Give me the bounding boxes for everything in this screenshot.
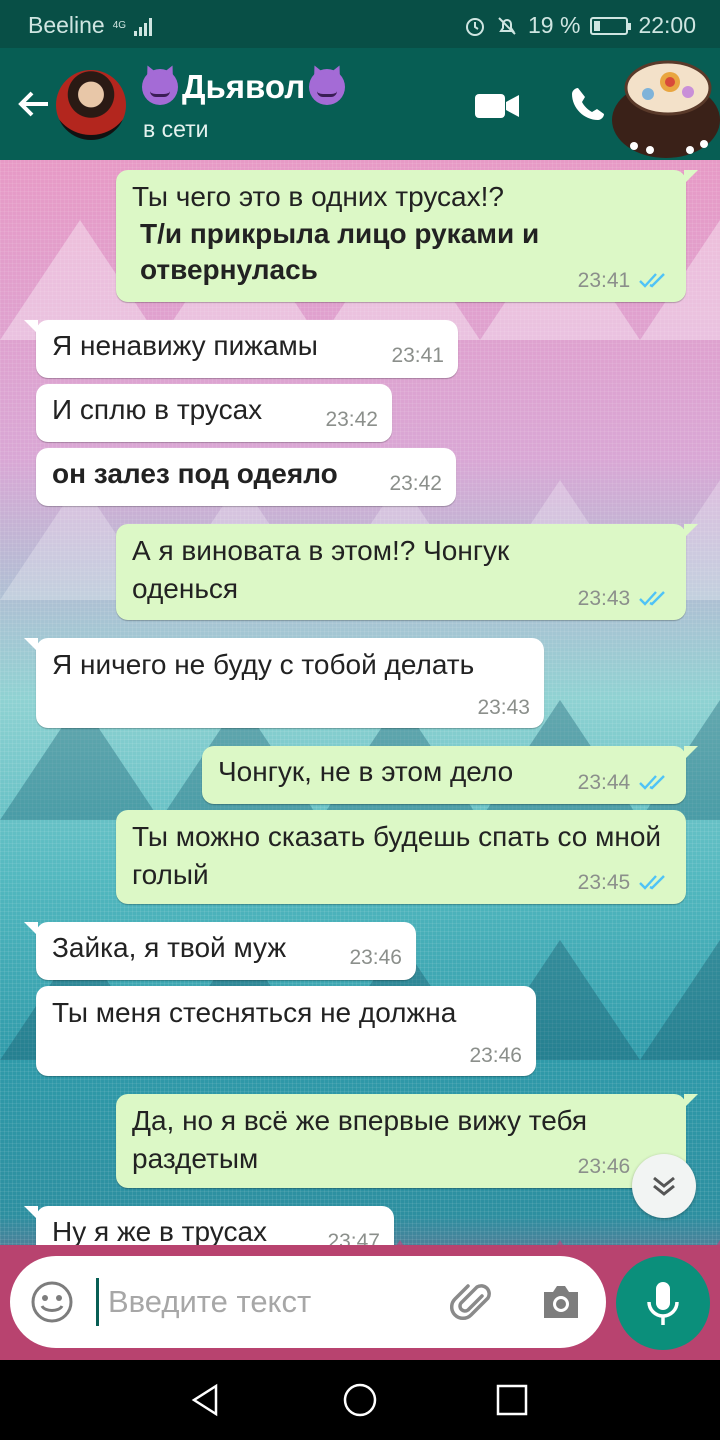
message-incoming[interactable]: Зайка, я твой муж 23:46 bbox=[24, 922, 416, 980]
message-text: он залез под одеяло bbox=[52, 458, 338, 489]
message-meta: 23:41 bbox=[578, 262, 670, 294]
message-time: 23:41 bbox=[577, 269, 631, 292]
message-time: 23:44 bbox=[577, 771, 631, 794]
message-text: А я виновата в этом!? Чонгук оденься bbox=[132, 535, 510, 604]
attach-icon[interactable] bbox=[450, 1280, 496, 1326]
avatar[interactable] bbox=[56, 70, 126, 140]
message-text: Я ненавижу пижамы bbox=[52, 330, 318, 361]
system-nav-bar bbox=[0, 1360, 720, 1440]
text-cursor bbox=[96, 1278, 99, 1326]
message-text: Зайка, я твой муж bbox=[52, 932, 287, 963]
message-text: И сплю в трусах bbox=[52, 394, 263, 425]
camera-icon[interactable] bbox=[540, 1282, 582, 1322]
message-incoming[interactable]: он залез под одеяло 23:42 bbox=[36, 448, 456, 506]
read-receipt-icon bbox=[639, 874, 665, 890]
message-time: 23:43 bbox=[577, 587, 631, 610]
message-text: Ты чего это в одних трусах!? bbox=[132, 181, 504, 212]
message-time: 23:46 bbox=[577, 1155, 631, 1178]
message-meta: 23:44 bbox=[578, 764, 670, 796]
message-time: 23:43 bbox=[477, 696, 530, 719]
scroll-down-button[interactable] bbox=[632, 1154, 696, 1218]
contact-name: Дьявол bbox=[182, 68, 306, 105]
nav-recents-icon[interactable] bbox=[494, 1382, 530, 1418]
message-incoming[interactable]: Ты меня стесняться не должна 23:46 bbox=[36, 986, 536, 1076]
alarm-icon bbox=[466, 17, 484, 36]
message-text: Ты меня стесняться не должна bbox=[52, 997, 457, 1028]
message-time: 23:46 bbox=[349, 946, 402, 969]
message-time: 23:42 bbox=[389, 472, 442, 495]
message-incoming[interactable]: Я ничего не буду с тобой делать 23:43 bbox=[24, 638, 544, 728]
message-input-bar bbox=[10, 1256, 606, 1348]
message-meta: 23:43 bbox=[578, 580, 670, 612]
scroll-down-icon bbox=[653, 1176, 675, 1196]
message-text: Я ничего не буду с тобой делать bbox=[52, 649, 475, 680]
message-action-text: Т/и прикрыла лицо руками и отвернулась bbox=[140, 218, 540, 285]
clock: 22:00 bbox=[638, 12, 696, 38]
battery-icon bbox=[590, 16, 632, 35]
mute-bell-icon bbox=[498, 16, 516, 35]
message-time: 23:41 bbox=[391, 344, 444, 367]
carrier-name: Beeline bbox=[28, 12, 105, 38]
battery-percent: 19 % bbox=[528, 12, 581, 38]
message-outgoing[interactable]: Да, но я всё же впервые вижу тебя раздет… bbox=[116, 1094, 698, 1188]
read-receipt-icon bbox=[639, 272, 665, 288]
read-receipt-icon bbox=[639, 590, 665, 606]
message-outgoing[interactable]: Ты чего это в одних трусах!? Т/и прикрыл… bbox=[116, 170, 698, 302]
message-outgoing[interactable]: А я виновата в этом!? Чонгук оденься 23:… bbox=[116, 524, 698, 620]
chat-header: Дьявол в сети bbox=[0, 48, 720, 160]
message-meta: 23:45 bbox=[578, 864, 670, 896]
mic-icon bbox=[647, 1282, 679, 1325]
message-time: 23:45 bbox=[577, 871, 631, 894]
message-incoming[interactable]: И сплю в трусах 23:42 bbox=[36, 384, 392, 442]
message-text: Ну я же в трусах bbox=[52, 1216, 268, 1247]
signal-icon bbox=[134, 16, 153, 36]
nav-home-icon[interactable] bbox=[342, 1382, 378, 1418]
message-outgoing[interactable]: Ты можно сказать будешь спать со мной го… bbox=[116, 810, 686, 904]
message-incoming[interactable]: Я ненавижу пижамы 23:41 bbox=[24, 320, 458, 378]
network-type: 4G bbox=[112, 19, 127, 31]
contact-status: в сети bbox=[143, 116, 209, 142]
video-call-icon[interactable] bbox=[474, 92, 520, 120]
message-outgoing[interactable]: Чонгук, не в этом дело 23:44 bbox=[202, 746, 698, 804]
contact-title[interactable]: Дьявол bbox=[142, 68, 346, 106]
back-arrow-icon[interactable] bbox=[14, 84, 54, 124]
smiling-devil-icon bbox=[142, 69, 178, 105]
read-receipt-icon bbox=[639, 774, 665, 790]
message-time: 23:46 bbox=[469, 1044, 522, 1067]
emoji-icon[interactable] bbox=[30, 1280, 74, 1324]
message-input[interactable] bbox=[108, 1282, 408, 1322]
message-text: Чонгук, не в этом дело bbox=[218, 756, 514, 787]
nav-back-icon[interactable] bbox=[188, 1382, 224, 1418]
message-time: 23:42 bbox=[325, 408, 378, 431]
status-bar: Beeline 4G 19 % 22:00 bbox=[0, 0, 720, 48]
smiling-devil-icon bbox=[309, 69, 346, 105]
voice-record-button[interactable] bbox=[616, 1256, 710, 1350]
message-list[interactable]: Ты чего это в одних трусах!? Т/и прикрыл… bbox=[0, 160, 720, 1360]
sticker-decoration bbox=[612, 60, 720, 158]
